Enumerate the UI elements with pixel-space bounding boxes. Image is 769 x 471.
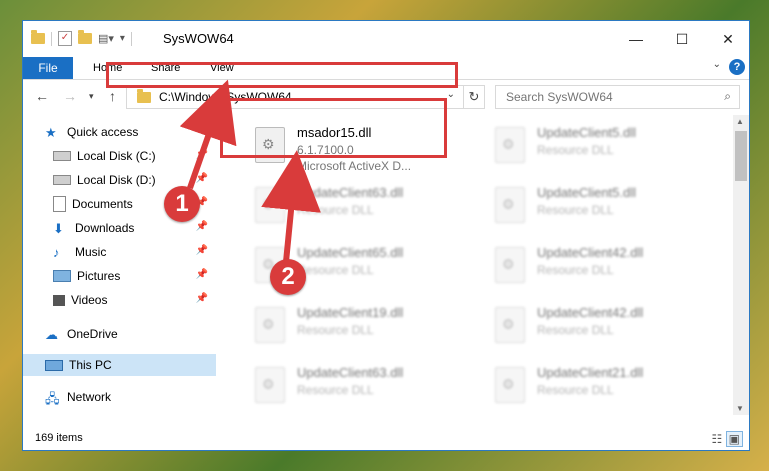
file-list: msador15.dll 6.1.7100.0 Microsoft Active… [239,115,735,415]
maximize-button[interactable]: ☐ [659,21,705,57]
search-icon: ⌕ [724,89,731,103]
music-icon: ♪ [53,245,60,260]
view-toggle: ☷ ▣ [712,431,743,447]
step-2-badge: 2 [270,259,306,295]
expand-ribbon-icon[interactable]: ⌄ [713,59,721,70]
dll-file-icon [255,307,285,343]
file-tile[interactable]: UpdateClient21.dll Resource DLL [489,359,719,413]
sidebar-item-local-disk-c[interactable]: Local Disk (C:) 📌 [53,145,216,167]
dll-file-icon [495,187,525,223]
documents-icon [53,196,66,212]
customize-toolbar-icon[interactable]: ▤▾ [98,32,114,45]
sidebar-item-music[interactable]: ♪ Music 📌 [53,241,216,263]
help-icon[interactable]: ? [729,59,745,75]
sidebar-item-pictures[interactable]: Pictures 📌 [53,265,216,287]
sidebar-item-quick-access[interactable]: ★ Quick access [45,121,238,143]
address-highlight-frame [106,62,458,88]
close-button[interactable]: ✕ [705,21,749,57]
sidebar-item-videos[interactable]: Videos 📌 [53,289,216,311]
vertical-scrollbar[interactable]: ▲ ▼ [733,115,749,415]
properties-icon[interactable]: ✓ [58,31,72,46]
file-tile[interactable]: UpdateClient5.dll Resource DLL [489,179,719,233]
item-count: 169 items [35,432,83,444]
pictures-icon [53,270,71,282]
file-highlight-frame [220,98,447,158]
dll-file-icon [255,187,285,223]
network-icon: 🖧 [45,391,60,406]
back-arrow-icon[interactable]: ← [35,88,49,104]
drive-icon [53,175,71,185]
window-title: SysWOW64 [163,31,234,46]
scroll-down-icon[interactable]: ▼ [736,404,744,413]
address-dropdown-icon[interactable]: ⌄ [447,89,455,100]
minimize-button[interactable]: — [613,21,659,57]
details-view-icon[interactable]: ☷ [712,432,723,446]
dll-file-icon [255,367,285,403]
dll-file-icon [495,247,525,283]
file-tile[interactable]: UpdateClient42.dll Resource DLL [489,299,719,353]
sidebar-item-this-pc[interactable]: This PC [23,354,216,376]
new-folder-icon[interactable] [78,30,92,44]
pin-icon: 📌 [195,245,208,256]
file-description: Microsoft ActiveX D... [297,159,412,173]
title-bar: ✓ ▤▾ ▾ SysWOW64 — ☐ ✕ [23,21,749,57]
step-1-badge: 1 [164,186,200,222]
scrollbar-thumb[interactable] [735,131,747,181]
file-tile[interactable]: UpdateClient63.dll Resource DLL [249,179,479,233]
folder-icon [31,30,45,44]
toolbar-dropdown-icon[interactable]: ▾ [120,33,125,44]
refresh-button[interactable]: ↻ [463,85,485,109]
computer-icon [45,359,63,371]
status-bar: 169 items ☷ ▣ [23,428,749,450]
up-arrow-icon[interactable]: ↑ [109,88,116,104]
tab-file[interactable]: File [23,57,73,79]
drive-icon [53,151,71,161]
sidebar-item-local-disk-d[interactable]: Local Disk (D:) 📌 [53,169,216,191]
videos-icon [53,294,65,306]
dll-file-icon [495,307,525,343]
star-icon: ★ [45,125,57,140]
scroll-up-icon[interactable]: ▲ [736,117,744,126]
folder-icon [137,88,151,103]
sidebar-item-downloads[interactable]: ⬇ Downloads 📌 [53,217,216,239]
file-tile[interactable]: UpdateClient63.dll Resource DLL [249,359,479,413]
search-box[interactable]: ⌕ [495,85,740,109]
download-icon: ⬇ [53,221,64,236]
dll-file-icon [495,127,525,163]
file-tile[interactable]: UpdateClient5.dll Resource DLL [489,119,719,173]
sidebar-item-network[interactable]: 🖧 Network [45,386,238,408]
pin-icon: 📌 [195,269,208,280]
forward-arrow-icon[interactable]: → [63,88,77,104]
pin-icon: 📌 [195,293,208,304]
large-icons-view-icon[interactable]: ▣ [725,431,743,447]
pin-icon: 📌 [195,221,208,232]
file-tile[interactable]: UpdateClient19.dll Resource DLL [249,299,479,353]
sidebar-item-onedrive[interactable]: ☁ OneDrive [45,323,238,345]
pin-icon: 📌 [195,173,208,184]
recent-locations-icon[interactable]: ▾ [89,91,94,102]
search-input[interactable] [504,86,708,108]
file-tile[interactable]: UpdateClient42.dll Resource DLL [489,239,719,293]
dll-file-icon [495,367,525,403]
navigation-pane: ★ Quick access Local Disk (C:) 📌 Local D… [23,115,218,415]
cloud-icon: ☁ [45,327,58,342]
quick-access-toolbar: ✓ ▤▾ ▾ [31,30,132,46]
pin-icon: 📌 [195,149,208,160]
